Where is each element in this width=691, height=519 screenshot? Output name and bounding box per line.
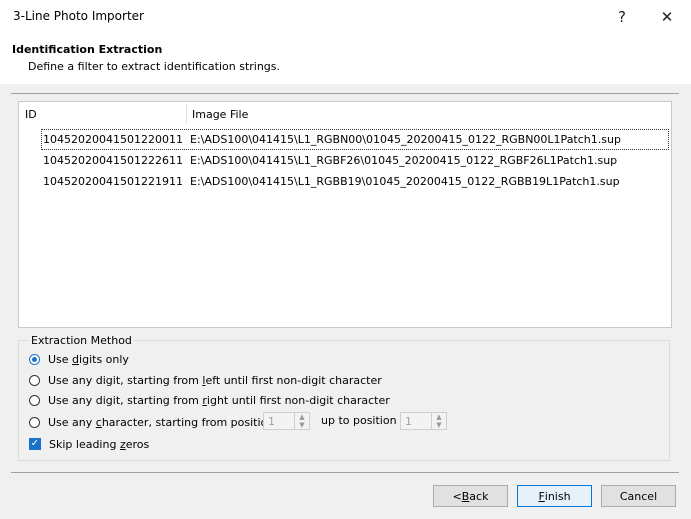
- radio-button[interactable]: [29, 416, 40, 428]
- radio-button[interactable]: [29, 374, 40, 386]
- window-title: 3-Line Photo Importer: [13, 9, 144, 23]
- list-header: ID Image File: [19, 102, 671, 126]
- cancel-button[interactable]: Cancel: [601, 485, 676, 507]
- page-subtitle: Define a filter to extract identificatio…: [28, 60, 281, 73]
- checkbox-label: Skip leading zeros: [49, 437, 150, 451]
- row-image-file: E:\ADS100\041415\L1_RGBB19\01045_2020041…: [190, 175, 620, 188]
- radio-character-position[interactable]: Use any character, starting from positio…: [29, 413, 274, 431]
- radio-button[interactable]: [29, 394, 40, 406]
- start-position-value: 1: [268, 415, 275, 428]
- spinner-arrows-icon[interactable]: ▲ ▼: [294, 413, 309, 429]
- radio-digit-from-left[interactable]: Use any digit, starting from left until …: [29, 371, 382, 389]
- title-bar: 3-Line Photo Importer ? ✕: [0, 0, 691, 33]
- row-image-file: E:\ADS100\041415\L1_RGBN00\01045_2020041…: [190, 133, 621, 146]
- column-header-id[interactable]: ID: [25, 108, 37, 121]
- end-position-spinner[interactable]: 1 ▲ ▼: [400, 412, 447, 430]
- help-icon: ?: [618, 7, 626, 26]
- id-file-list[interactable]: ID Image File 10452020041501220011 E:\AD…: [18, 101, 672, 328]
- page-title: Identification Extraction: [12, 43, 163, 56]
- spinner-arrows-icon[interactable]: ▲ ▼: [431, 413, 446, 429]
- footer-divider: [11, 472, 679, 473]
- checkmark-icon[interactable]: ✓: [29, 438, 41, 450]
- group-legend: Extraction Method: [29, 334, 134, 347]
- skip-leading-zeros-checkbox[interactable]: ✓ Skip leading zeros: [29, 435, 149, 453]
- close-button[interactable]: ✕: [645, 0, 689, 33]
- up-to-position-label: up to position: [321, 414, 397, 427]
- table-row[interactable]: 10452020041501220011 E:\ADS100\041415\L1…: [41, 129, 669, 150]
- radio-button[interactable]: [29, 353, 40, 365]
- help-button[interactable]: ?: [600, 0, 644, 33]
- radio-label: Use digits only: [48, 352, 129, 366]
- header-divider: [11, 93, 679, 94]
- column-header-image-file[interactable]: Image File: [192, 108, 248, 121]
- radio-digit-from-right[interactable]: Use any digit, starting from right until…: [29, 391, 390, 409]
- finish-button[interactable]: Finish: [517, 485, 592, 507]
- end-position-value: 1: [405, 415, 412, 428]
- row-id: 10452020041501222611: [43, 154, 183, 167]
- radio-label: Use any digit, starting from left until …: [48, 373, 382, 387]
- extraction-method-group: Extraction Method Use digits only Use an…: [18, 334, 670, 461]
- table-row[interactable]: 10452020041501221911 E:\ADS100\041415\L1…: [41, 171, 669, 192]
- radio-label: Use any character, starting from positio…: [48, 415, 275, 429]
- close-icon: ✕: [660, 7, 674, 26]
- back-button[interactable]: < Back: [433, 485, 508, 507]
- row-image-file: E:\ADS100\041415\L1_RGBF26\01045_2020041…: [190, 154, 618, 167]
- row-id: 10452020041501220011: [43, 133, 183, 146]
- table-row[interactable]: 10452020041501222611 E:\ADS100\041415\L1…: [41, 150, 669, 171]
- radio-digits-only[interactable]: Use digits only: [29, 350, 129, 368]
- radio-label: Use any digit, starting from right until…: [48, 393, 390, 407]
- start-position-spinner[interactable]: 1 ▲ ▼: [263, 412, 310, 430]
- column-divider[interactable]: [186, 104, 187, 124]
- row-id: 10452020041501221911: [43, 175, 183, 188]
- wizard-header: Identification Extraction Define a filte…: [0, 33, 691, 84]
